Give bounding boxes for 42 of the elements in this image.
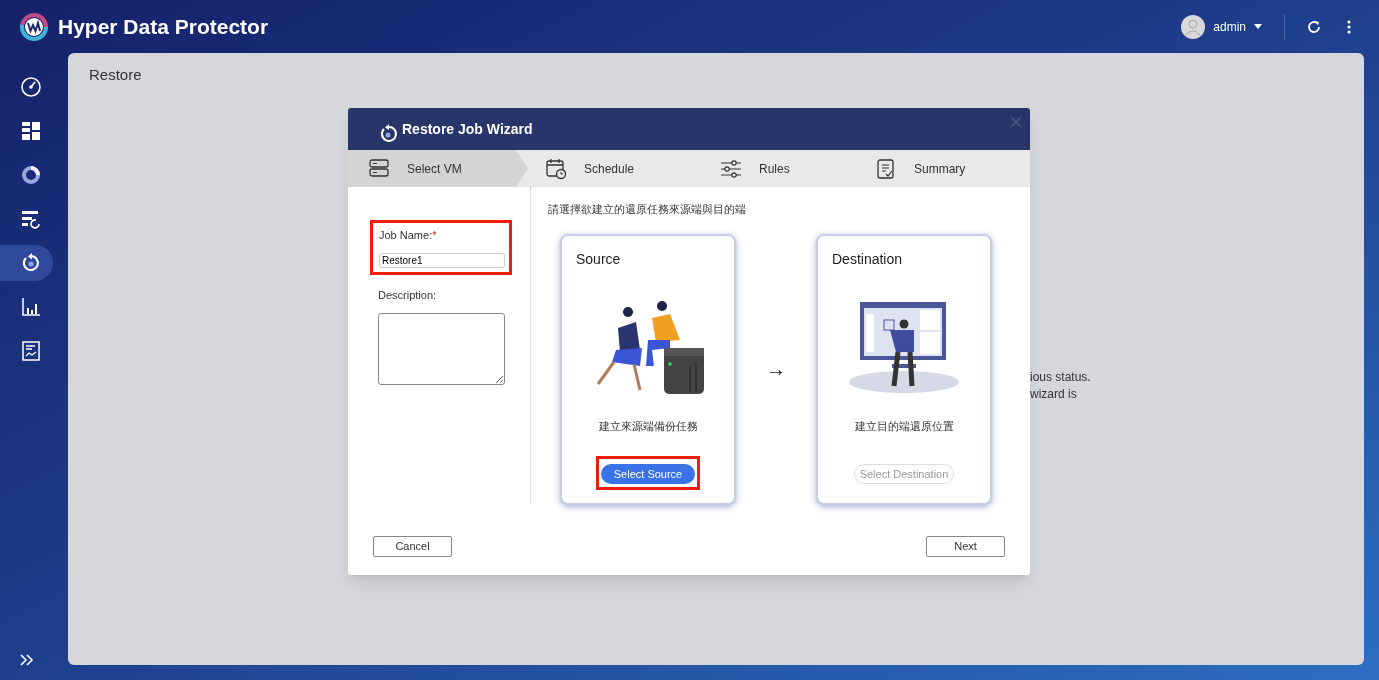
card-caption: 建立來源端備份任務 [598,418,698,434]
wizard-step[interactable]: Rules [703,150,858,187]
background-text: ious status. [1030,369,1091,386]
schedule-icon [545,157,567,180]
arrow-symbol: → [765,357,787,382]
chart-icon [20,296,42,318]
expand-icon[interactable] [20,654,34,666]
avatar-icon [1181,14,1206,39]
gauge-icon [20,76,42,98]
sidebar-item[interactable] [0,245,53,281]
app-logo-icon [19,11,49,42]
grid-icon [20,120,42,142]
field-label: Description: [378,287,438,303]
card-title: Source [575,249,621,269]
summary-icon [875,157,897,180]
dialog-title: Restore Job Wizard [402,119,533,139]
restore-icon [378,124,398,144]
app-title: Hyper Data Protector [58,13,269,40]
source-button[interactable]: Select Source [600,464,696,485]
rules-icon [720,157,742,180]
restore-icon [20,252,42,274]
next-button[interactable]: Next [926,536,1005,557]
user-menu[interactable]: admin [1181,14,1262,39]
vm-icon [368,157,390,180]
wizard-step[interactable]: Schedule [528,150,703,187]
donut-icon [20,164,42,186]
card-caption: 建立目的端還原位置 [854,418,954,434]
instruction-text: 請選擇欲建立的還原任務來源端與目的端 [548,202,747,217]
cancel-button[interactable]: Cancel [373,536,452,557]
page-title: Restore [89,65,142,85]
report-icon [20,340,42,362]
card-title: Destination [831,249,903,269]
caret-icon [1254,24,1262,29]
field-label: Job Name:* [379,228,438,243]
wizard-step[interactable]: Summary [858,150,1030,187]
more-options-icon[interactable] [1347,19,1351,34]
list-refresh-icon [20,208,42,230]
description-input[interactable] [378,313,505,385]
refresh-icon[interactable] [1307,19,1321,34]
job-name-input[interactable]: Restore1 [379,252,505,268]
background-text: wizard is [1030,386,1078,403]
wizard-step[interactable]: Select VM [348,150,528,187]
